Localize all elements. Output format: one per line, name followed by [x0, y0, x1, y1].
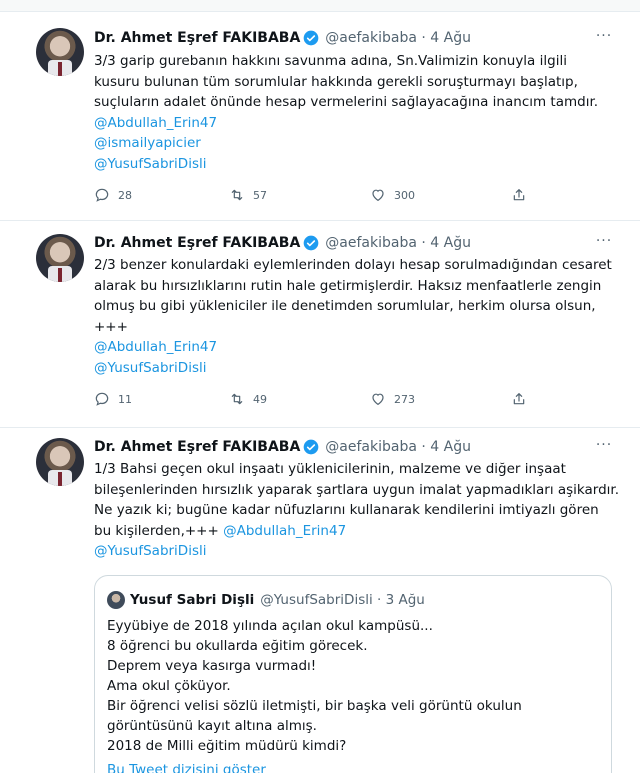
share-button[interactable]	[511, 185, 535, 205]
reply-button[interactable]: 28	[94, 185, 132, 205]
tweet-actions: 28 57 300	[94, 185, 544, 205]
tweet-line: olmuş bu gibi yükleniciler ile denetimde…	[94, 298, 596, 314]
quoted-avatar	[107, 591, 125, 609]
share-icon	[513, 393, 525, 405]
tweet-line: 2/3 benzer konulardaki eylemlerinden dol…	[94, 257, 612, 273]
author-handle-time[interactable]: @aefakibaba · 4 Ağu	[325, 235, 471, 251]
more-options-button[interactable]: ···	[592, 437, 616, 457]
show-thread-link[interactable]: Bu Tweet dizisini göster	[107, 762, 266, 773]
verified-badge-icon	[303, 30, 319, 46]
like-count: 300	[394, 188, 415, 202]
tweet-line: Ne yazık ki; bugüne kadar nüfuzlarını ku…	[94, 502, 599, 518]
retweet-button[interactable]: 57	[229, 185, 267, 205]
avatar[interactable]	[36, 28, 84, 76]
tweet-header: Dr. Ahmet Eşref FAKIBABA @aefakibaba · 4…	[94, 28, 471, 48]
tweet-text: 1/3 Bahsi geçen okul inşaatı yüklenicile…	[94, 459, 624, 562]
quoted-line: Deprem veya kasırga vurmadı!	[107, 658, 317, 674]
author-name[interactable]: Dr. Ahmet Eşref FAKIBABA	[94, 30, 300, 46]
quoted-tweet-header: Yusuf Sabri Dişli @YusufSabriDisli · 3 A…	[107, 590, 425, 610]
tweet-line: suçluların adalet önünde hesap vermeleri…	[94, 94, 599, 110]
author-name[interactable]: Dr. Ahmet Eşref FAKIBABA	[94, 235, 300, 251]
verified-badge-icon	[303, 235, 319, 251]
tweet-1[interactable]: Dr. Ahmet Eşref FAKIBABA @aefakibaba · 4…	[0, 13, 640, 221]
like-button[interactable]: 300	[370, 185, 415, 205]
more-options-button[interactable]: ···	[592, 233, 616, 253]
reply-count: 11	[118, 392, 132, 406]
mention-link[interactable]: @Abdullah_Erin47	[223, 523, 346, 539]
tweet-line: bu kişilerden,+++	[94, 522, 219, 539]
top-separator	[0, 0, 640, 12]
quoted-line: 8 öğrenci bu okullarda eğitim görecek.	[107, 638, 368, 654]
avatar[interactable]	[36, 438, 84, 486]
share-icon	[513, 189, 525, 201]
tweet-line: kusuru bulunan tüm sorumlular hakkında g…	[94, 73, 578, 90]
more-options-button[interactable]: ···	[592, 28, 616, 48]
avatar[interactable]	[36, 234, 84, 282]
tweet-line: 1/3 Bahsi geçen okul inşaatı yüklenicile…	[94, 461, 566, 477]
like-icon	[372, 189, 384, 202]
reply-button[interactable]: 11	[94, 389, 132, 409]
tweet-line: bileşenlerinden hırsızlık yaparak şartla…	[94, 481, 620, 498]
tweet-2[interactable]: Dr. Ahmet Eşref FAKIBABA @aefakibaba · 4…	[0, 222, 640, 428]
quoted-line: Bir öğrenci velisi sözlü iletmişti, bir …	[107, 698, 522, 714]
retweet-count: 57	[253, 188, 267, 202]
quoted-line: Ama okul çöküyor.	[107, 678, 231, 694]
tweet-header: Dr. Ahmet Eşref FAKIBABA @aefakibaba · 4…	[94, 437, 471, 457]
retweet-count: 49	[253, 392, 267, 406]
like-count: 273	[394, 392, 415, 406]
mention-link[interactable]: @ismailyapicier	[94, 133, 624, 154]
mention-link[interactable]: @YusufSabriDisli	[94, 541, 624, 562]
mention-link[interactable]: @Abdullah_Erin47	[94, 113, 624, 134]
retweet-icon	[231, 393, 243, 405]
author-handle-time[interactable]: @aefakibaba · 4 Ağu	[325, 30, 471, 46]
tweet-text: 3/3 garip gurebanın hakkını savunma adın…	[94, 51, 624, 174]
tweet-text: 2/3 benzer konulardaki eylemlerinden dol…	[94, 255, 624, 378]
like-button[interactable]: 273	[370, 389, 415, 409]
tweet-line-with-mention: bu kişilerden,+++ @Abdullah_Erin47	[94, 521, 624, 542]
verified-badge-icon	[303, 439, 319, 455]
quoted-line: 2018 de Milli eğitim müdürü kimdi?	[107, 738, 347, 754]
reply-icon	[95, 188, 109, 202]
retweet-button[interactable]: 49	[229, 389, 267, 409]
quoted-tweet-text: Eyyübiye de 2018 yılında açılan okul kam…	[107, 616, 601, 756]
tweet-header: Dr. Ahmet Eşref FAKIBABA @aefakibaba · 4…	[94, 233, 471, 253]
mention-link[interactable]: @Abdullah_Erin47	[94, 337, 624, 358]
quoted-line: Eyyübiye de 2018 yılında açılan okul kam…	[107, 618, 433, 634]
reply-count: 28	[118, 188, 132, 202]
tweet-line: alarak bu hırsızlıklarını rutin hale get…	[94, 277, 602, 294]
quoted-tweet-card[interactable]: Yusuf Sabri Dişli @YusufSabriDisli · 3 A…	[94, 575, 612, 773]
share-button[interactable]	[511, 389, 535, 409]
retweet-icon	[231, 189, 243, 201]
quoted-author-handle-time: @YusufSabriDisli · 3 Ağu	[260, 592, 425, 608]
tweet-line: 3/3 garip gurebanın hakkını savunma adın…	[94, 53, 567, 69]
like-icon	[372, 393, 384, 406]
tweet-actions: 11 49 273	[94, 389, 544, 409]
tweet-line: +++	[94, 318, 128, 335]
mention-link[interactable]: @YusufSabriDisli	[94, 154, 624, 175]
quoted-line: görüntüsünü kayıt altına almış.	[107, 718, 317, 734]
reply-icon	[95, 392, 109, 406]
quoted-author-name: Yusuf Sabri Dişli	[130, 592, 255, 608]
author-handle-time[interactable]: @aefakibaba · 4 Ağu	[325, 439, 471, 455]
author-name[interactable]: Dr. Ahmet Eşref FAKIBABA	[94, 439, 300, 455]
mention-link[interactable]: @YusufSabriDisli	[94, 358, 624, 379]
